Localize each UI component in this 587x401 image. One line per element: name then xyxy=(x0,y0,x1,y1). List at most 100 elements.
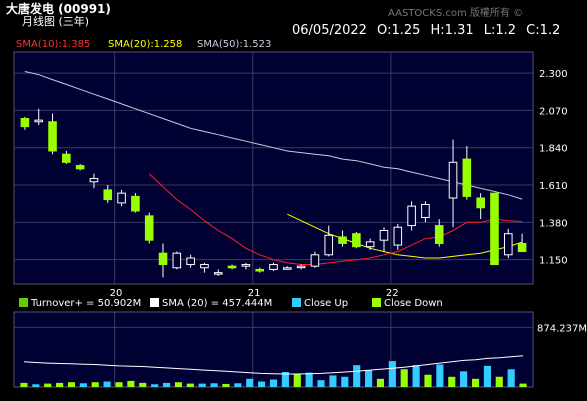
price-y-tick-label: 1.840 xyxy=(539,144,568,155)
price-y-tick-label: 1.610 xyxy=(539,181,568,192)
candle-body xyxy=(296,265,306,269)
close-down-legend-text: Close Down xyxy=(384,298,443,309)
volume-bar xyxy=(79,383,87,387)
volume-bar xyxy=(103,381,111,387)
turnover-legend: Turnover+ = 50.902M xyxy=(19,298,141,309)
candle-body xyxy=(75,165,85,170)
volume-bar xyxy=(151,384,159,387)
volume-bar xyxy=(353,365,361,387)
candle-body xyxy=(172,252,182,269)
volume-bar xyxy=(234,383,242,387)
candle-body xyxy=(310,254,320,267)
volume-bar xyxy=(20,382,28,387)
volume-bar xyxy=(44,383,52,387)
candle-body xyxy=(476,197,485,209)
candle-body xyxy=(62,153,71,163)
volume-bar xyxy=(222,383,230,387)
volume-bar xyxy=(483,365,491,387)
volume-bar xyxy=(115,382,123,387)
ohlc-readout: 06/05/2022 O:1.25 H:1.31 L:1.2 C:1.2 xyxy=(292,23,561,38)
sma20-legend: SMA(20):1.258 xyxy=(108,39,183,50)
price-y-tick-label: 1.150 xyxy=(539,256,568,267)
turnover-sma-legend-text: SMA (20) = 457.444M xyxy=(162,298,273,309)
volume-bar xyxy=(424,374,432,387)
volume-bar xyxy=(91,382,99,387)
price-volume-chart: 2.3002.0701.8401.6101.3801.15020 21 22874.… xyxy=(13,51,587,388)
candle-body xyxy=(490,192,499,266)
volume-bar xyxy=(495,376,503,387)
candle-body xyxy=(34,119,44,123)
volume-bar xyxy=(32,384,40,387)
volume-bar xyxy=(139,382,147,387)
volume-bar xyxy=(210,383,218,387)
turnover-swatch xyxy=(19,298,28,307)
volume-bar xyxy=(400,369,408,387)
volume-bar xyxy=(127,380,135,387)
volume-y-tick-label: 874.237M xyxy=(537,323,587,334)
volume-bar xyxy=(269,379,278,387)
volume-bar xyxy=(305,372,313,387)
candle-body xyxy=(131,195,140,212)
candle-body xyxy=(407,205,416,227)
volume-bar xyxy=(436,364,444,387)
close-up-legend-text: Close Up xyxy=(304,298,349,309)
turnover-legend-text: Turnover+ = 50.902M xyxy=(31,298,142,309)
candle-body xyxy=(421,204,430,218)
candle-body xyxy=(462,158,472,197)
candle-body xyxy=(517,242,527,253)
candle-body xyxy=(200,264,209,269)
turnover-sma-swatch xyxy=(150,298,159,307)
close-down-legend: Close Down xyxy=(372,298,443,309)
volume-bar xyxy=(376,378,385,387)
candle-body xyxy=(393,226,403,246)
sma50-legend: SMA(50):1.523 xyxy=(197,39,272,50)
candle-body xyxy=(324,234,334,256)
volume-bar xyxy=(412,365,420,387)
volume-bar xyxy=(246,378,254,387)
candle-body xyxy=(227,265,237,269)
candle-body xyxy=(144,215,154,241)
sma10-legend: SMA(10):1.385 xyxy=(16,39,91,50)
volume-plot-area xyxy=(13,311,534,388)
price-y-tick-label: 2.070 xyxy=(539,106,568,117)
chart-root: 2.300 2.070 1.840 1.610 1.380 1.150 20 21 22 874.… xyxy=(0,0,587,401)
candle-body xyxy=(186,257,195,266)
candle-body xyxy=(269,264,278,270)
candle-body xyxy=(379,229,389,241)
candle-body xyxy=(48,121,57,152)
candle-body xyxy=(448,161,458,199)
volume-bar xyxy=(507,369,515,387)
volume-bar xyxy=(162,382,171,387)
volume-bar xyxy=(519,383,527,387)
volume-bar xyxy=(67,382,76,387)
candle-body xyxy=(283,267,292,270)
close-up-legend: Close Up xyxy=(292,298,348,309)
volume-bar xyxy=(186,383,194,387)
volume-bar xyxy=(460,371,468,387)
turnover-sma-legend: SMA (20) = 457.444M xyxy=(150,298,272,309)
volume-bar xyxy=(293,374,301,387)
candle-body xyxy=(352,233,361,248)
volume-bar xyxy=(258,381,266,387)
watermark: AASTOCKS.com 版權所有 © xyxy=(388,8,524,19)
candle-body xyxy=(434,225,444,244)
candle-body xyxy=(255,268,264,272)
price-y-tick-label: 1.380 xyxy=(539,218,568,229)
volume-bar xyxy=(448,376,456,387)
candle-body xyxy=(117,192,126,204)
candle-body xyxy=(103,189,113,201)
candle-body xyxy=(20,118,30,128)
candle-body xyxy=(241,264,251,267)
volume-bar xyxy=(365,369,373,387)
volume-bar xyxy=(388,361,396,387)
volume-bar xyxy=(174,382,182,387)
volume-bar xyxy=(56,382,64,387)
close-up-swatch xyxy=(292,298,301,307)
volume-bar xyxy=(341,376,349,387)
volume-bar xyxy=(329,375,337,387)
candle-body xyxy=(338,236,347,244)
volume-bar xyxy=(471,378,480,387)
candle-body xyxy=(213,272,223,275)
price-y-tick-label: 2.300 xyxy=(539,69,568,80)
candle-body xyxy=(365,241,375,248)
